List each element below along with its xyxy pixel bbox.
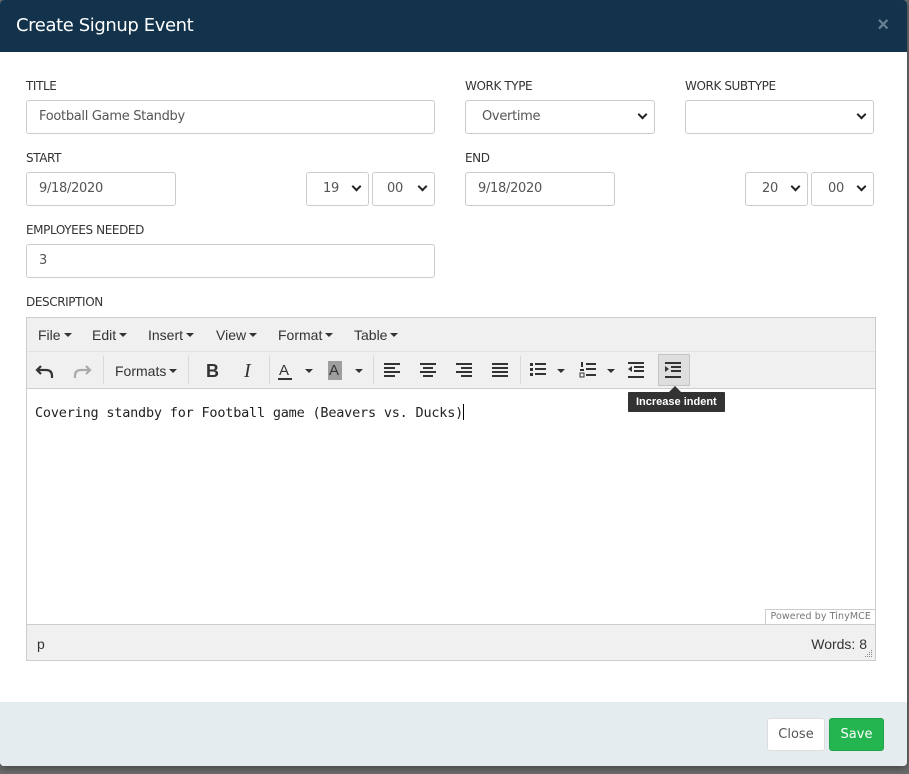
work-subtype-select[interactable] — [685, 100, 874, 134]
chevron-down-icon — [856, 181, 867, 192]
undo-icon[interactable] — [33, 355, 59, 385]
svg-text:I: I — [243, 360, 252, 382]
text-color-icon[interactable]: A — [275, 355, 317, 385]
caret-down-icon — [169, 369, 178, 373]
menu-edit-label: Edit — [92, 327, 117, 343]
start-hour-value: 19 — [323, 181, 339, 196]
editor-text: Covering standby for Football game (Beav… — [35, 405, 464, 421]
end-label: END — [465, 151, 490, 165]
chevron-down-icon — [790, 181, 801, 192]
toolbar-separator — [103, 356, 104, 384]
chevron-down-icon — [856, 109, 867, 120]
close-icon[interactable]: × — [877, 15, 889, 35]
employees-needed-label: EMPLOYEES NEEDED — [26, 223, 144, 237]
editor-toolbar: Formats B I A A — [27, 352, 875, 389]
chevron-down-icon — [637, 109, 648, 120]
menu-file[interactable]: File — [38, 327, 72, 343]
toolbar-separator — [269, 356, 270, 384]
align-justify-icon[interactable] — [489, 355, 515, 385]
bold-icon[interactable]: B — [199, 355, 225, 385]
bullet-list-icon[interactable] — [527, 355, 569, 385]
menu-insert[interactable]: Insert — [148, 327, 195, 343]
end-minute-select[interactable]: 00 — [811, 172, 874, 206]
indent-tooltip: Increase indent — [628, 392, 725, 412]
align-center-icon[interactable] — [417, 355, 443, 385]
word-count: Words: 8 — [811, 636, 867, 652]
end-minute-value: 00 — [828, 181, 844, 196]
start-minute-value: 00 — [387, 181, 403, 196]
svg-text:A: A — [329, 362, 339, 379]
chevron-down-icon — [351, 181, 362, 192]
menu-file-label: File — [38, 327, 61, 343]
work-type-label: WORK TYPE — [465, 79, 533, 93]
caret-down-icon — [63, 333, 72, 337]
title-label: TITLE — [26, 79, 57, 93]
modal-title: Create Signup Event — [16, 15, 194, 36]
create-signup-event-modal: Create Signup Event × TITLE Football Gam… — [0, 0, 907, 766]
toolbar-separator — [520, 356, 521, 384]
caret-down-icon — [186, 333, 195, 337]
end-hour-value: 20 — [762, 181, 778, 196]
menu-view-label: View — [216, 327, 247, 343]
menu-insert-label: Insert — [148, 327, 184, 343]
employees-needed-input[interactable]: 3 — [26, 244, 435, 278]
close-button[interactable]: Close — [767, 718, 825, 751]
indent-icon[interactable] — [658, 354, 690, 386]
caret-down-icon — [325, 333, 334, 337]
powered-by-tinymce[interactable]: Powered by TinyMCE — [765, 609, 875, 624]
formats-label: Formats — [115, 363, 167, 379]
title-input[interactable]: Football Game Standby — [26, 100, 435, 134]
numbered-list-icon[interactable] — [577, 355, 619, 385]
chevron-down-icon — [417, 181, 428, 192]
background-color-icon[interactable]: A — [325, 355, 367, 385]
start-minute-select[interactable]: 00 — [372, 172, 435, 206]
rich-text-editor: File Edit Insert View Format Table Forma… — [26, 317, 876, 661]
work-subtype-label: WORK SUBTYPE — [685, 79, 776, 93]
menu-table-label: Table — [354, 327, 388, 343]
toolbar-separator — [373, 356, 374, 384]
menu-view[interactable]: View — [216, 327, 258, 343]
formats-dropdown[interactable]: Formats — [115, 363, 178, 379]
caret-down-icon — [119, 333, 128, 337]
align-left-icon[interactable] — [381, 355, 407, 385]
editor-content[interactable]: Covering standby for Football game (Beav… — [35, 404, 465, 421]
text-cursor — [463, 404, 465, 420]
caret-down-icon — [249, 333, 258, 337]
start-label: START — [26, 151, 62, 165]
save-button[interactable]: Save — [829, 718, 884, 751]
caret-down-icon — [390, 333, 399, 337]
work-type-value: Overtime — [482, 109, 541, 124]
menu-edit[interactable]: Edit — [92, 327, 128, 343]
menu-format-label: Format — [278, 327, 323, 343]
description-label: DESCRIPTION — [26, 295, 103, 309]
start-date-input[interactable]: 9/18/2020 — [26, 172, 176, 206]
toolbar-separator — [188, 356, 189, 384]
menu-table[interactable]: Table — [354, 327, 399, 343]
modal-footer: Close Save — [0, 702, 907, 766]
align-right-icon[interactable] — [453, 355, 479, 385]
work-type-select[interactable]: Overtime — [465, 100, 655, 134]
svg-text:A: A — [279, 362, 289, 379]
end-hour-select[interactable]: 20 — [745, 172, 808, 206]
editor-statusbar: p Words: 8 — [27, 624, 875, 660]
italic-icon[interactable]: I — [235, 355, 261, 385]
end-date-input[interactable]: 9/18/2020 — [465, 172, 615, 206]
menu-format[interactable]: Format — [278, 327, 334, 343]
redo-icon[interactable] — [69, 355, 95, 385]
element-path[interactable]: p — [37, 636, 45, 652]
editor-menubar: File Edit Insert View Format Table — [27, 318, 875, 352]
start-hour-select[interactable]: 19 — [306, 172, 369, 206]
resize-grip-icon[interactable] — [865, 650, 873, 658]
svg-text:B: B — [206, 361, 219, 381]
outdent-icon[interactable] — [625, 355, 651, 385]
modal-header: Create Signup Event × — [0, 0, 907, 52]
